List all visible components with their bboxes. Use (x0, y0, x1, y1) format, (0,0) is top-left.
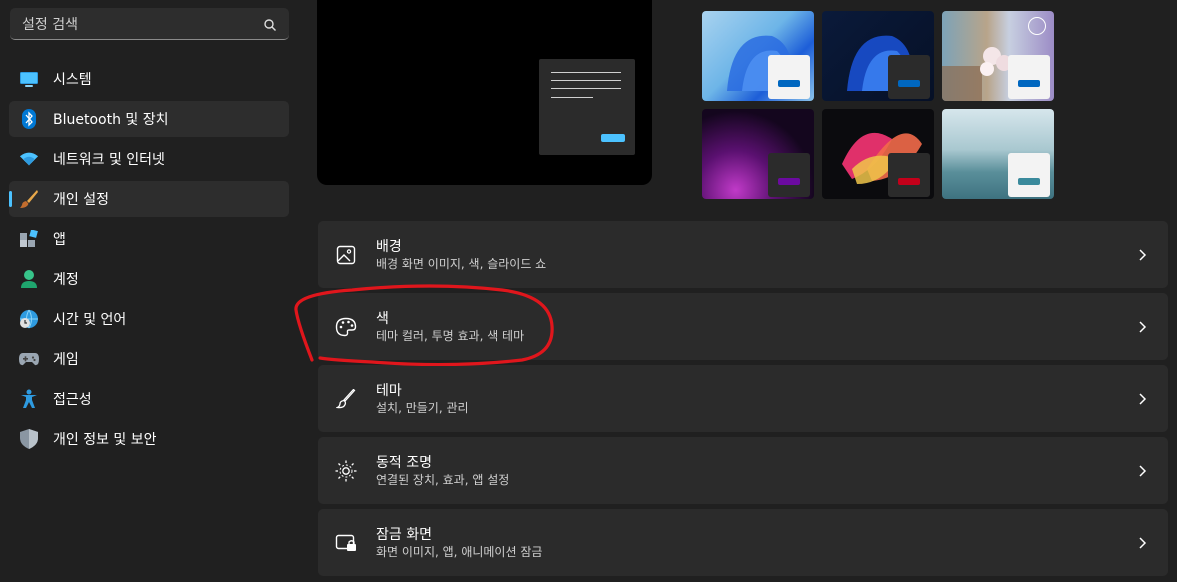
chevron-right-icon (1134, 463, 1150, 479)
card-title: 테마 (376, 382, 402, 399)
sidebar-item-personalization[interactable]: 개인 설정 (9, 181, 289, 217)
brush-icon (334, 387, 358, 411)
sidebar-item-label: Bluetooth 및 장치 (53, 112, 169, 128)
theme-thumbnail-windows-dark[interactable] (822, 11, 934, 101)
search-icon[interactable] (263, 17, 277, 31)
accessibility-icon (19, 389, 39, 409)
chevron-right-icon (1134, 319, 1150, 335)
person-icon (19, 269, 39, 289)
sidebar-item-apps[interactable]: 앱 (9, 221, 289, 257)
apps-icon (19, 229, 39, 249)
sidebar-item-label: 개인 정보 및 보안 (53, 432, 157, 448)
card-themes[interactable]: 테마 설치, 만들기, 관리 (318, 365, 1168, 432)
theme-mini-window (768, 55, 810, 99)
sidebar-item-time-language[interactable]: 시간 및 언어 (9, 301, 289, 337)
sidebar-item-network[interactable]: 네트워크 및 인터넷 (9, 141, 289, 177)
theme-preview (317, 0, 652, 185)
sidebar-item-label: 앱 (53, 232, 66, 248)
card-title: 색 (376, 310, 389, 327)
sidebar-item-gaming[interactable]: 게임 (9, 341, 289, 377)
sidebar-item-label: 개인 설정 (53, 192, 109, 208)
sidebar-item-bluetooth[interactable]: Bluetooth 및 장치 (9, 101, 289, 137)
card-text: 동적 조명 연결된 장치, 효과, 앱 설정 (376, 454, 1134, 488)
card-text: 테마 설치, 만들기, 관리 (376, 382, 1134, 416)
card-text: 색 테마 컬러, 투명 효과, 색 테마 (376, 310, 1134, 344)
preview-line (551, 88, 621, 89)
theme-thumbnail-captured-motion[interactable] (702, 109, 814, 199)
theme-mini-window (768, 153, 810, 197)
theme-mini-window (888, 153, 930, 197)
dynamic-lighting-icon (334, 459, 358, 483)
shield-icon (19, 429, 39, 449)
search-box[interactable]: 설정 검색 (10, 8, 289, 40)
image-icon (334, 243, 358, 267)
sidebar-item-label: 네트워크 및 인터넷 (53, 152, 165, 168)
theme-mini-window (888, 55, 930, 99)
brush-icon (19, 189, 39, 209)
sidebar-item-label: 접근성 (53, 392, 92, 408)
theme-accent-bar (778, 80, 800, 87)
monitor-icon (19, 69, 39, 89)
sidebar-item-accessibility[interactable]: 접근성 (9, 381, 289, 417)
card-subtitle: 화면 이미지, 앱, 애니메이션 잠금 (376, 544, 543, 559)
sidebar-item-label: 시스템 (53, 72, 92, 88)
sidebar-item-system[interactable]: 시스템 (9, 61, 289, 97)
sidebar-item-privacy[interactable]: 개인 정보 및 보안 (9, 421, 289, 457)
theme-accent-bar (898, 80, 920, 87)
chevron-right-icon (1134, 535, 1150, 551)
sidebar: 설정 검색 시스템 Bluetooth 및 장치 네트워크 및 인터넷 개인 설… (0, 0, 300, 582)
card-subtitle: 배경 화면 이미지, 색, 슬라이드 쇼 (376, 256, 547, 271)
card-text: 배경 배경 화면 이미지, 색, 슬라이드 쇼 (376, 238, 1134, 272)
bluetooth-icon (19, 109, 39, 129)
theme-accent-bar (898, 178, 920, 185)
preview-line (551, 97, 593, 98)
preview-line (551, 80, 621, 81)
chevron-right-icon (1134, 247, 1150, 263)
palette-icon (334, 315, 358, 339)
theme-mini-window (1008, 153, 1050, 197)
theme-thumbnail-flow[interactable] (822, 109, 934, 199)
sidebar-item-label: 게임 (53, 352, 79, 368)
card-title: 잠금 화면 (376, 526, 432, 543)
gamepad-icon (19, 349, 39, 369)
preview-window (539, 59, 635, 155)
theme-thumbnail-windows-light[interactable] (702, 11, 814, 101)
card-text: 잠금 화면 화면 이미지, 앱, 애니메이션 잠금 (376, 526, 1134, 560)
card-background[interactable]: 배경 배경 화면 이미지, 색, 슬라이드 쇼 (318, 221, 1168, 288)
sidebar-nav: 시스템 Bluetooth 및 장치 네트워크 및 인터넷 개인 설정 앱 계정… (9, 61, 289, 461)
chevron-right-icon (1134, 391, 1150, 407)
globe-clock-icon (19, 309, 39, 329)
preview-line (551, 72, 621, 73)
theme-thumbnail-glow[interactable] (942, 11, 1054, 101)
card-colors[interactable]: 색 테마 컬러, 투명 효과, 색 테마 (318, 293, 1168, 360)
card-title: 동적 조명 (376, 454, 432, 471)
card-subtitle: 테마 컬러, 투명 효과, 색 테마 (376, 328, 525, 343)
card-dynamic-lighting[interactable]: 동적 조명 연결된 장치, 효과, 앱 설정 (318, 437, 1168, 504)
wifi-icon (19, 149, 39, 169)
theme-accent-bar (1018, 178, 1040, 185)
card-title: 배경 (376, 238, 402, 255)
theme-badge-icon (1028, 17, 1046, 35)
lock-screen-icon (334, 531, 358, 555)
card-subtitle: 설치, 만들기, 관리 (376, 400, 469, 415)
theme-accent-bar (1018, 80, 1040, 87)
sidebar-item-label: 시간 및 언어 (53, 312, 127, 328)
theme-mini-window (1008, 55, 1050, 99)
search-input[interactable]: 설정 검색 (22, 14, 263, 34)
theme-accent-bar (778, 178, 800, 185)
card-lock-screen[interactable]: 잠금 화면 화면 이미지, 앱, 애니메이션 잠금 (318, 509, 1168, 576)
theme-thumbnail-sunrise[interactable] (942, 109, 1054, 199)
sidebar-item-label: 계정 (53, 272, 79, 288)
card-subtitle: 연결된 장치, 효과, 앱 설정 (376, 472, 510, 487)
preview-accent-button (601, 134, 625, 142)
sidebar-item-accounts[interactable]: 계정 (9, 261, 289, 297)
